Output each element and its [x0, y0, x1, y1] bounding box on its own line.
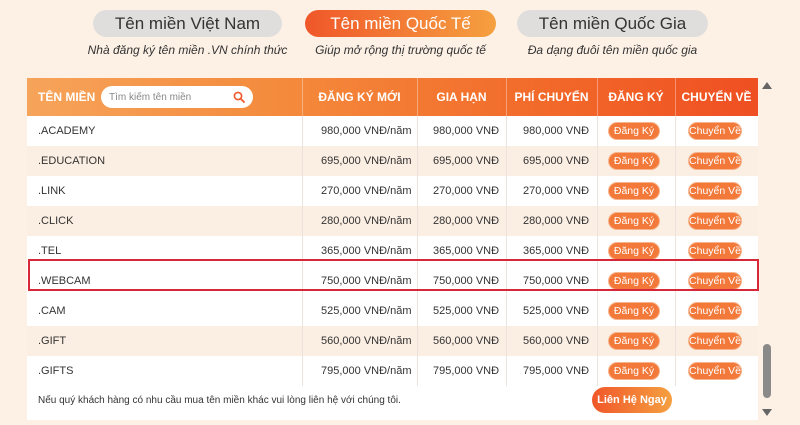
vertical-scrollbar[interactable]: [760, 78, 774, 420]
scroll-up-arrow-icon[interactable]: [762, 82, 772, 89]
domain-name: .CLICK: [38, 215, 74, 227]
renew-price: 280,000 VNĐ: [433, 215, 500, 227]
transfer-button[interactable]: Chuyển Về: [688, 122, 742, 140]
domain-name: .WEBCAM: [38, 275, 91, 287]
register-price: 980,000 VNĐ/năm: [321, 125, 412, 137]
transfer-fee: 525,000 VNĐ: [523, 305, 590, 317]
transfer-button[interactable]: Chuyển Về: [688, 242, 742, 260]
column-header-transfer: CHUYỂN VỀ: [681, 90, 752, 104]
transfer-button[interactable]: Chuyển Về: [688, 182, 742, 200]
domain-name: .ACADEMY: [38, 125, 96, 137]
domain-search-box[interactable]: [101, 86, 253, 108]
register-button[interactable]: Đăng Ký: [608, 362, 660, 380]
column-header-domain: TÊN MIỀN: [38, 90, 96, 104]
renew-price: 695,000 VNĐ: [433, 155, 500, 167]
scrollbar-thumb[interactable]: [763, 344, 771, 398]
transfer-fee: 560,000 VNĐ: [523, 335, 590, 347]
register-button[interactable]: Đăng Ký: [608, 152, 660, 170]
domain-name: .TEL: [38, 245, 62, 257]
column-header-register: ĐĂNG KÝ: [608, 90, 664, 104]
renew-price: 525,000 VNĐ: [433, 305, 500, 317]
transfer-button[interactable]: Chuyển Về: [688, 212, 742, 230]
tab-international-domains[interactable]: Tên miền Quốc Tế: [305, 10, 496, 37]
domain-name: .GIFT: [38, 335, 67, 347]
column-header-renew-price: GIA HẠN: [436, 90, 487, 104]
transfer-fee: 795,000 VNĐ: [523, 365, 590, 377]
transfer-button[interactable]: Chuyển Về: [688, 152, 742, 170]
register-price: 525,000 VNĐ/năm: [321, 305, 412, 317]
register-price: 695,000 VNĐ/năm: [321, 155, 412, 167]
transfer-button[interactable]: Chuyển Về: [688, 332, 742, 350]
domain-name: .CAM: [38, 305, 66, 317]
tab-country-domains[interactable]: Tên miền Quốc Gia: [517, 10, 708, 37]
transfer-fee: 750,000 VNĐ: [523, 275, 590, 287]
tab-label: Tên miền Quốc Tế: [330, 13, 471, 33]
register-button[interactable]: Đăng Ký: [608, 122, 660, 140]
table-row: .ACADEMY 980,000 VNĐ/năm 980,000 VNĐ 980…: [27, 116, 758, 146]
contact-now-button[interactable]: Liên Hệ Ngay: [592, 387, 672, 413]
transfer-button[interactable]: Chuyển Về: [688, 272, 742, 290]
register-price: 795,000 VNĐ/năm: [321, 365, 412, 377]
register-price: 750,000 VNĐ/năm: [321, 275, 412, 287]
transfer-fee: 280,000 VNĐ: [523, 215, 590, 227]
register-price: 280,000 VNĐ/năm: [321, 215, 412, 227]
tab-subtitle: Đa dạng đuôi tên miền quốc gia: [527, 43, 698, 57]
tab-subtitle: Nhà đăng ký tên miền .VN chính thức: [87, 43, 288, 57]
domain-name: .EDUCATION: [38, 155, 106, 167]
renew-price: 560,000 VNĐ: [433, 335, 500, 347]
transfer-fee: 980,000 VNĐ: [523, 125, 590, 137]
table-row: .LINK 270,000 VNĐ/năm 270,000 VNĐ 270,00…: [27, 176, 758, 206]
register-button[interactable]: Đăng Ký: [608, 272, 660, 290]
tab-label: Tên miền Việt Nam: [114, 13, 261, 33]
table-row-highlighted: .WEBCAM 750,000 VNĐ/năm 750,000 VNĐ 750,…: [27, 266, 758, 296]
renew-price: 795,000 VNĐ: [433, 365, 500, 377]
domain-type-tabs: Tên miền Việt Nam Nhà đăng ký tên miền .…: [0, 0, 800, 70]
table-row: .CLICK 280,000 VNĐ/năm 280,000 VNĐ 280,0…: [27, 206, 758, 236]
transfer-fee: 695,000 VNĐ: [523, 155, 590, 167]
renew-price: 270,000 VNĐ: [433, 185, 500, 197]
table-header: TÊN MIỀN ĐĂNG KÝ MỚI GIA HẠN PHÍ CHUYỂN …: [27, 78, 758, 116]
table-row: .GIFT 560,000 VNĐ/năm 560,000 VNĐ 560,00…: [27, 326, 758, 356]
scroll-down-arrow-icon[interactable]: [762, 409, 772, 416]
table-row: .GIFTS 795,000 VNĐ/năm 795,000 VNĐ 795,0…: [27, 356, 758, 386]
register-button[interactable]: Đăng Ký: [608, 332, 660, 350]
domain-name: .LINK: [38, 185, 66, 197]
register-price: 560,000 VNĐ/năm: [321, 335, 412, 347]
domain-name: .GIFTS: [38, 365, 74, 377]
tab-label: Tên miền Quốc Gia: [538, 13, 687, 33]
domain-price-table: TÊN MIỀN ĐĂNG KÝ MỚI GIA HẠN PHÍ CHUYỂN …: [27, 78, 758, 420]
table-row: .EDUCATION 695,000 VNĐ/năm 695,000 VNĐ 6…: [27, 146, 758, 176]
transfer-fee: 365,000 VNĐ: [523, 245, 590, 257]
column-header-transfer-fee: PHÍ CHUYỂN: [514, 90, 589, 104]
column-header-register-price: ĐĂNG KÝ MỚI: [318, 90, 401, 104]
register-price: 270,000 VNĐ/năm: [321, 185, 412, 197]
register-button[interactable]: Đăng Ký: [608, 302, 660, 320]
register-button[interactable]: Đăng Ký: [608, 212, 660, 230]
renew-price: 365,000 VNĐ: [433, 245, 500, 257]
contact-note: Nếu quý khách hàng có nhu cầu mua tên mi…: [38, 395, 401, 406]
search-input[interactable]: [109, 91, 229, 103]
table-row: .TEL 365,000 VNĐ/năm 365,000 VNĐ 365,000…: [27, 236, 758, 266]
tab-subtitle: Giúp mở rộng thị trường quốc tế: [315, 43, 486, 57]
register-price: 365,000 VNĐ/năm: [321, 245, 412, 257]
transfer-button[interactable]: Chuyển Về: [688, 362, 742, 380]
register-button[interactable]: Đăng Ký: [608, 242, 660, 260]
transfer-button[interactable]: Chuyển Về: [688, 302, 742, 320]
renew-price: 750,000 VNĐ: [433, 275, 500, 287]
table-row: .CAM 525,000 VNĐ/năm 525,000 VNĐ 525,000…: [27, 296, 758, 326]
renew-price: 980,000 VNĐ: [433, 125, 500, 137]
transfer-fee: 270,000 VNĐ: [523, 185, 590, 197]
search-icon[interactable]: [233, 91, 245, 103]
register-button[interactable]: Đăng Ký: [608, 182, 660, 200]
tab-vietnam-domains[interactable]: Tên miền Việt Nam: [93, 10, 282, 37]
